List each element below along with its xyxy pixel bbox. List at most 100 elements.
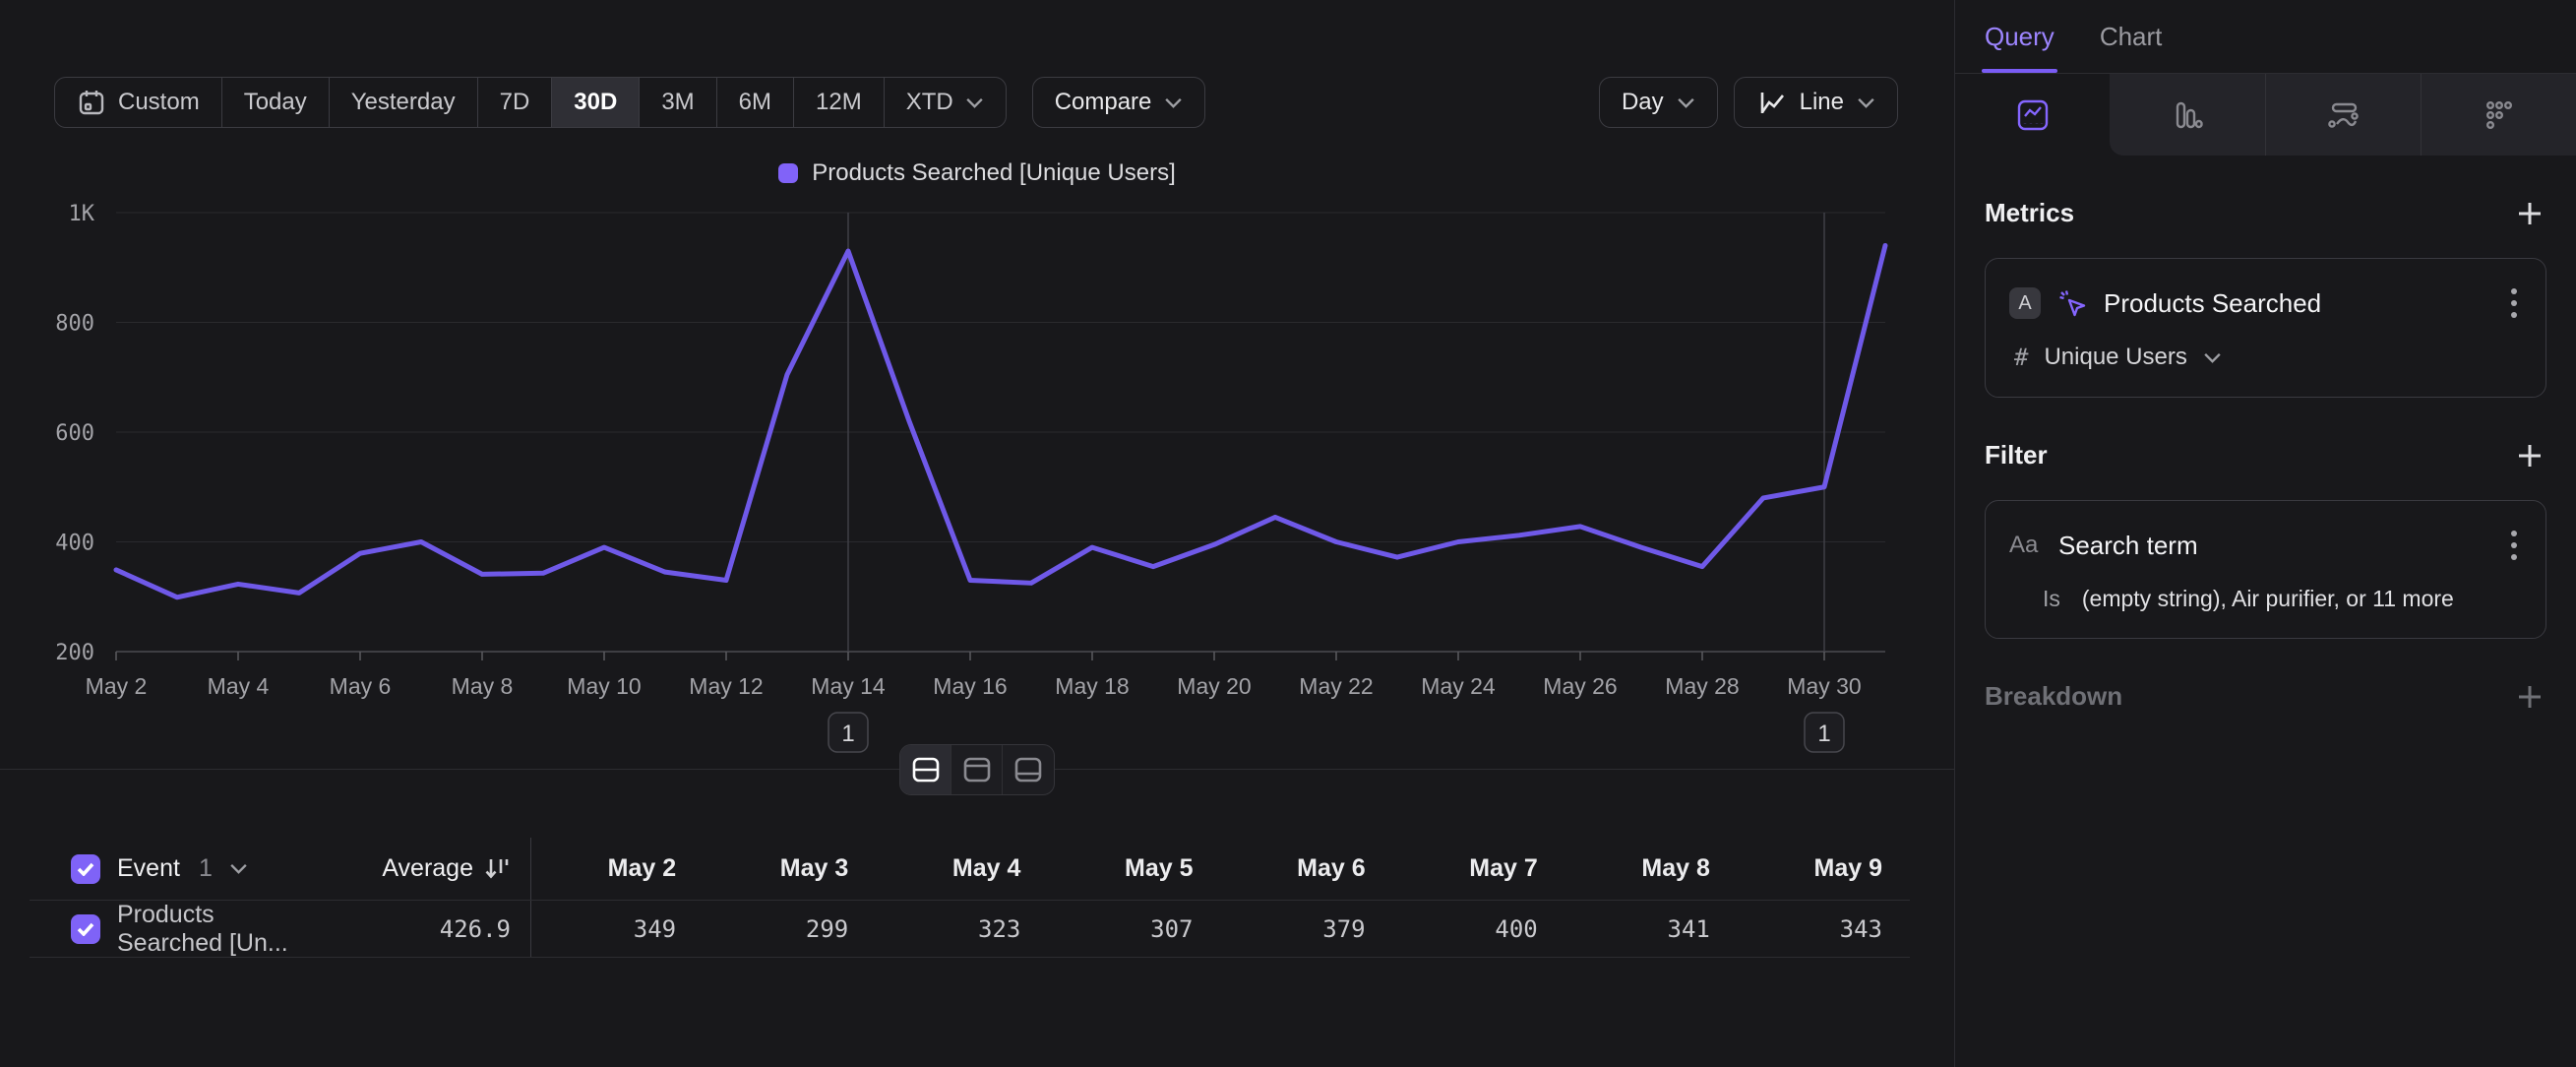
metric-card[interactable]: A Products Searched # Unique Users (1985, 258, 2546, 398)
layout-chart-only-button[interactable] (951, 745, 1003, 794)
check-icon (77, 862, 94, 876)
filter-options-button[interactable] (2506, 525, 2522, 566)
table-col-header: May 3 (704, 854, 876, 883)
date-range-segmented-control: Custom Today Yesterday 7D 30D 3M 6M 12M … (54, 77, 1007, 128)
x-axis-label: May 6 (330, 673, 392, 699)
query-sidebar: Query Chart (1954, 0, 2576, 1067)
add-metric-button[interactable] (2515, 199, 2545, 228)
chevron-down-icon[interactable] (229, 863, 248, 874)
table-col-header: May 9 (1738, 854, 1910, 883)
add-filter-button[interactable] (2515, 441, 2545, 471)
date-range-12m-button[interactable]: 12M (794, 78, 885, 127)
filter-section-header: Filter (1985, 440, 2545, 471)
chart-legend[interactable]: Products Searched [Unique Users] (0, 159, 1954, 187)
metric-card-title-row: A Products Searched (2009, 282, 2522, 324)
series-checkbox[interactable] (71, 914, 100, 944)
date-range-xtd-button[interactable]: XTD (885, 78, 1006, 127)
metric-options-button[interactable] (2506, 282, 2522, 324)
string-type-badge: Aa (2009, 532, 2043, 559)
filter-heading: Filter (1985, 440, 2048, 471)
bar-chart-icon (2169, 96, 2206, 134)
granularity-button[interactable]: Day (1599, 77, 1718, 128)
table-cell-value: 343 (1738, 915, 1910, 943)
select-all-checkbox[interactable] (71, 854, 100, 884)
compare-button[interactable]: Compare (1032, 77, 1206, 128)
date-range-3m-button[interactable]: 3M (640, 78, 716, 127)
filter-condition-row: Is (empty string), Air purifier, or 11 m… (2009, 586, 2522, 612)
chevron-down-icon (965, 97, 984, 108)
event-name-cell: Products Searched [Un... (30, 901, 295, 957)
kebab-menu-icon (2510, 286, 2518, 320)
tab-chart[interactable]: Chart (2100, 0, 2163, 73)
date-range-yesterday-button[interactable]: Yesterday (330, 78, 478, 127)
table-only-icon (1012, 756, 1044, 784)
funnel-dots-icon (2480, 96, 2517, 134)
x-axis-label: May 10 (567, 673, 641, 699)
chart-type-button[interactable]: Line (1734, 77, 1898, 128)
average-column-label: Average (382, 854, 473, 883)
metrics-heading: Metrics (1985, 198, 2074, 228)
filter-operator[interactable]: Is (2043, 586, 2060, 612)
layout-toggle-group (899, 744, 1055, 795)
chart-type-flow-tab[interactable] (2265, 74, 2421, 156)
table-col-header: May 2 (531, 854, 704, 883)
chart-only-icon (961, 756, 993, 784)
tab-query[interactable]: Query (1985, 0, 2055, 73)
legend-label: Products Searched [Unique Users] (812, 159, 1176, 187)
metric-event-name[interactable]: Products Searched (2104, 288, 2490, 319)
sidebar-tabbar: Query Chart (1955, 0, 2576, 73)
event-click-icon (2056, 287, 2088, 319)
y-axis-label: 200 (55, 641, 94, 665)
layout-table-only-button[interactable] (1003, 745, 1054, 794)
table-cell-value: 379 (1221, 915, 1393, 943)
breakdown-heading: Breakdown (1985, 681, 2122, 712)
line-chart: 2004006008001KMay 2May 4May 6May 8May 10… (22, 189, 1954, 760)
date-range-today-button[interactable]: Today (222, 78, 330, 127)
date-range-7d-button[interactable]: 7D (478, 78, 553, 127)
table-header-row: Event 1 Average May 2May 3May 4May 5May … (30, 838, 1910, 901)
line-series[interactable] (116, 245, 1885, 596)
main-panel: Custom Today Yesterday 7D 30D 3M 6M 12M … (0, 0, 1954, 1067)
toolbar: Custom Today Yesterday 7D 30D 3M 6M 12M … (54, 77, 1898, 128)
chart-type-bar-tab[interactable] (2110, 74, 2264, 156)
table-cell-value: 299 (704, 915, 876, 943)
metrics-section-header: Metrics (1985, 198, 2545, 228)
x-axis-label: May 18 (1055, 673, 1129, 699)
date-range-6m-button[interactable]: 6M (717, 78, 794, 127)
series-name: Products Searched [Un... (117, 901, 295, 958)
x-axis-label: May 4 (208, 673, 270, 699)
filter-property-name[interactable]: Search term (2058, 531, 2490, 561)
metric-letter-badge: A (2009, 287, 2041, 319)
table-cell-value: 349 (531, 915, 704, 943)
filter-value[interactable]: (empty string), Air purifier, or 11 more (2082, 586, 2454, 612)
date-range-30d-button[interactable]: 30D (552, 78, 640, 127)
y-axis-label: 1K (69, 202, 95, 226)
sort-descending-icon (483, 855, 511, 883)
table-cell-value: 400 (1393, 915, 1565, 943)
x-axis-label: May 16 (933, 673, 1007, 699)
event-count: 1 (199, 854, 213, 883)
add-breakdown-button[interactable] (2515, 682, 2545, 712)
annotation-badge-label: 1 (1817, 721, 1830, 747)
chevron-down-icon (1677, 97, 1695, 108)
event-header-cell: Event 1 (30, 838, 295, 900)
app-root: Custom Today Yesterday 7D 30D 3M 6M 12M … (0, 0, 2576, 1067)
table-row: Products Searched [Un... 426.9 349299323… (30, 901, 1910, 958)
chart-type-tabbar (1955, 73, 2576, 156)
breakdown-section-header: Breakdown (1985, 681, 2545, 712)
table-col-header: May 6 (1221, 854, 1393, 883)
x-axis-label: May 2 (86, 673, 148, 699)
flow-chart-icon (2324, 96, 2361, 134)
chart-type-insights-tab[interactable] (1955, 74, 2110, 156)
chevron-down-icon (1164, 97, 1183, 108)
filter-card[interactable]: Aa Search term Is (empty string), Air pu… (1985, 500, 2546, 639)
x-axis-label: May 30 (1787, 673, 1861, 699)
chart-type-funnel-tab[interactable] (2421, 74, 2576, 156)
date-range-custom-button[interactable]: Custom (55, 78, 222, 127)
check-icon (77, 922, 94, 936)
average-header-cell[interactable]: Average (295, 838, 531, 900)
aggregation-label[interactable]: Unique Users (2044, 344, 2186, 371)
chevron-down-icon[interactable] (2203, 352, 2222, 363)
layout-split-view-button[interactable] (900, 745, 951, 794)
y-axis-label: 400 (55, 532, 94, 556)
